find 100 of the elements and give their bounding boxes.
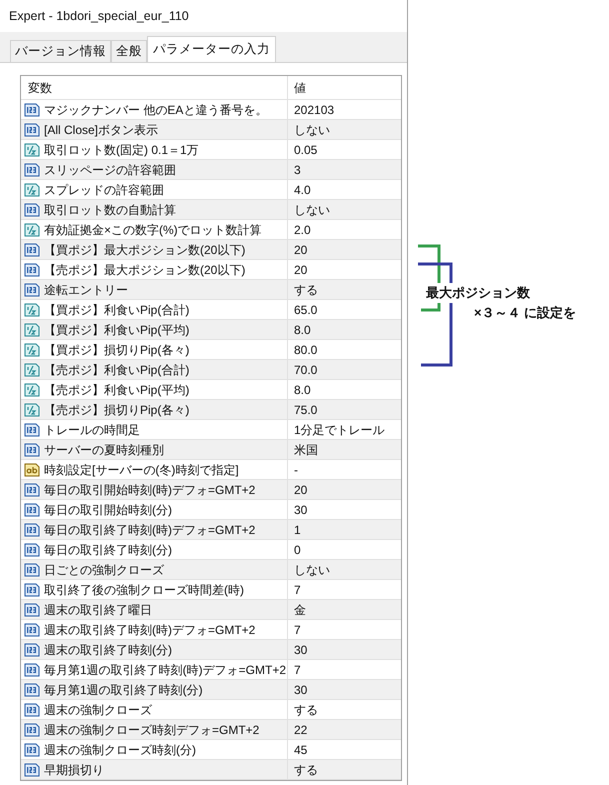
integer-icon — [24, 582, 40, 596]
parameter-value[interactable]: 30 — [288, 500, 401, 518]
parameter-value[interactable]: 20 — [288, 260, 401, 278]
parameter-value[interactable]: 65.0 — [288, 300, 401, 318]
parameter-value[interactable]: 米国 — [288, 440, 401, 458]
parameter-value[interactable]: 7 — [288, 660, 401, 678]
integer-icon — [24, 622, 40, 636]
integer-icon — [24, 482, 40, 496]
integer-icon — [24, 662, 40, 676]
fraction-icon — [24, 182, 40, 196]
parameter-value[interactable]: する — [288, 760, 401, 778]
parameter-name: 週末の取引終了曜日 — [44, 602, 152, 618]
tab[interactable]: バージョン情報 — [10, 40, 111, 62]
parameter-name: 日ごとの強制クローズ — [44, 562, 164, 578]
parameter-value[interactable]: しない — [288, 560, 401, 578]
parameter-value[interactable]: 0 — [288, 540, 401, 558]
integer-icon — [24, 722, 40, 736]
parameter-name: 【買ポジ】利食いPip(平均) — [44, 322, 190, 338]
parameter-value[interactable]: 8.0 — [288, 320, 401, 338]
parameter-value[interactable]: 8.0 — [288, 380, 401, 398]
parameter-name: スリッページの許容範囲 — [44, 162, 176, 178]
parameter-name: 毎日の取引開始時刻(分) — [44, 502, 172, 518]
parameter-value[interactable]: 7 — [288, 620, 401, 638]
parameter-name: 週末の強制クローズ時刻デフォ=GMT+2 — [44, 722, 260, 738]
parameter-value[interactable]: 70.0 — [288, 360, 401, 378]
parameter-name: 毎月第1週の取引終了時刻(分) — [44, 682, 203, 698]
parameter-name: 【売ポジ】損切りPip(各々) — [44, 402, 190, 418]
parameter-name: 早期損切り — [44, 762, 104, 778]
integer-icon — [24, 642, 40, 656]
fraction-icon — [24, 342, 40, 356]
fraction-icon — [24, 402, 40, 416]
integer-icon — [24, 542, 40, 556]
integer-icon — [24, 602, 40, 616]
integer-icon — [24, 422, 40, 436]
parameter-name: 週末の取引終了時刻(時)デフォ=GMT+2 — [44, 622, 256, 638]
parameter-name: 毎日の取引開始時刻(時)デフォ=GMT+2 — [44, 482, 256, 498]
parameter-name: スプレッドの許容範囲 — [44, 182, 164, 198]
parameter-name: 週末の取引終了時刻(分) — [44, 642, 172, 658]
parameter-name: 取引ロット数の自動計算 — [44, 202, 176, 218]
parameter-value[interactable]: 金 — [288, 600, 401, 618]
parameter-value[interactable]: 20 — [288, 240, 401, 258]
parameter-value[interactable]: 1 — [288, 520, 401, 538]
parameter-value[interactable]: する — [288, 700, 401, 718]
parameter-name: 【売ポジ】最大ポジション数(20以下) — [44, 262, 246, 278]
integer-icon — [24, 122, 40, 136]
integer-icon — [24, 162, 40, 176]
parameter-value[interactable]: する — [288, 280, 401, 298]
fraction-icon — [24, 142, 40, 156]
integer-icon — [24, 442, 40, 456]
integer-icon — [24, 202, 40, 216]
parameter-name: 週末の強制クローズ時刻(分) — [44, 742, 196, 758]
parameter-name: 【買ポジ】最大ポジション数(20以下) — [44, 242, 246, 258]
parameter-value[interactable]: 30 — [288, 680, 401, 698]
parameter-name: 【売ポジ】利食いPip(平均) — [44, 382, 190, 398]
integer-icon — [24, 282, 40, 296]
parameter-name: マジックナンバー 他のEAと違う番号を。 — [44, 102, 268, 118]
parameter-name: 【買ポジ】損切りPip(各々) — [44, 342, 190, 358]
parameter-name: 取引終了後の強制クローズ時間差(時) — [44, 582, 244, 598]
fraction-icon — [24, 362, 40, 376]
parameter-value[interactable]: 0.05 — [288, 140, 401, 158]
integer-icon — [24, 682, 40, 696]
parameter-name: トレールの時間足 — [44, 422, 140, 438]
parameter-name: 毎日の取引終了時刻(分) — [44, 542, 172, 558]
integer-icon — [24, 562, 40, 576]
parameter-value[interactable]: 75.0 — [288, 400, 401, 418]
tab[interactable]: 全般 — [111, 40, 147, 62]
integer-icon — [24, 102, 40, 116]
parameter-value[interactable]: 4.0 — [288, 180, 401, 198]
parameter-value[interactable]: しない — [288, 200, 401, 218]
parameter-value[interactable]: 45 — [288, 740, 401, 758]
parameter-value[interactable]: 22 — [288, 720, 401, 738]
integer-icon — [24, 742, 40, 756]
parameter-name: 週末の強制クローズ — [44, 702, 152, 718]
parameter-name: [All Close]ボタン表示 — [44, 122, 158, 138]
text-type-icon — [24, 462, 40, 476]
parameter-value[interactable]: 1分足でトレール — [288, 420, 401, 438]
integer-icon — [24, 702, 40, 716]
parameter-name: 毎日の取引終了時刻(時)デフォ=GMT+2 — [44, 522, 256, 538]
window-title: Expert - 1bdori_special_eur_110 — [9, 8, 189, 25]
column-header[interactable]: 値 — [288, 76, 401, 99]
parameter-value[interactable]: 3 — [288, 160, 401, 178]
parameter-value[interactable]: 20 — [288, 480, 401, 498]
tab[interactable]: パラメーターの入力 — [147, 36, 276, 62]
parameter-value[interactable]: 30 — [288, 640, 401, 658]
parameter-name: サーバーの夏時刻種別 — [44, 442, 164, 458]
parameter-value[interactable]: 2.0 — [288, 220, 401, 238]
parameter-value[interactable]: 7 — [288, 580, 401, 598]
fraction-icon — [24, 222, 40, 236]
column-header[interactable]: 変数 — [21, 76, 288, 99]
parameter-value[interactable]: - — [288, 460, 401, 478]
parameter-value[interactable]: 202103 — [288, 100, 401, 118]
integer-icon — [24, 262, 40, 276]
parameter-value[interactable]: 80.0 — [288, 340, 401, 358]
parameter-name: 【売ポジ】利食いPip(合計) — [44, 362, 190, 378]
integer-icon — [24, 522, 40, 536]
parameter-name: 毎月第1週の取引終了時刻(時)デフォ=GMT+2 — [44, 662, 286, 678]
parameter-value[interactable]: しない — [288, 120, 401, 138]
parameter-name: 取引ロット数(固定) 0.1＝1万 — [44, 142, 199, 158]
fraction-icon — [24, 302, 40, 316]
integer-icon — [24, 242, 40, 256]
